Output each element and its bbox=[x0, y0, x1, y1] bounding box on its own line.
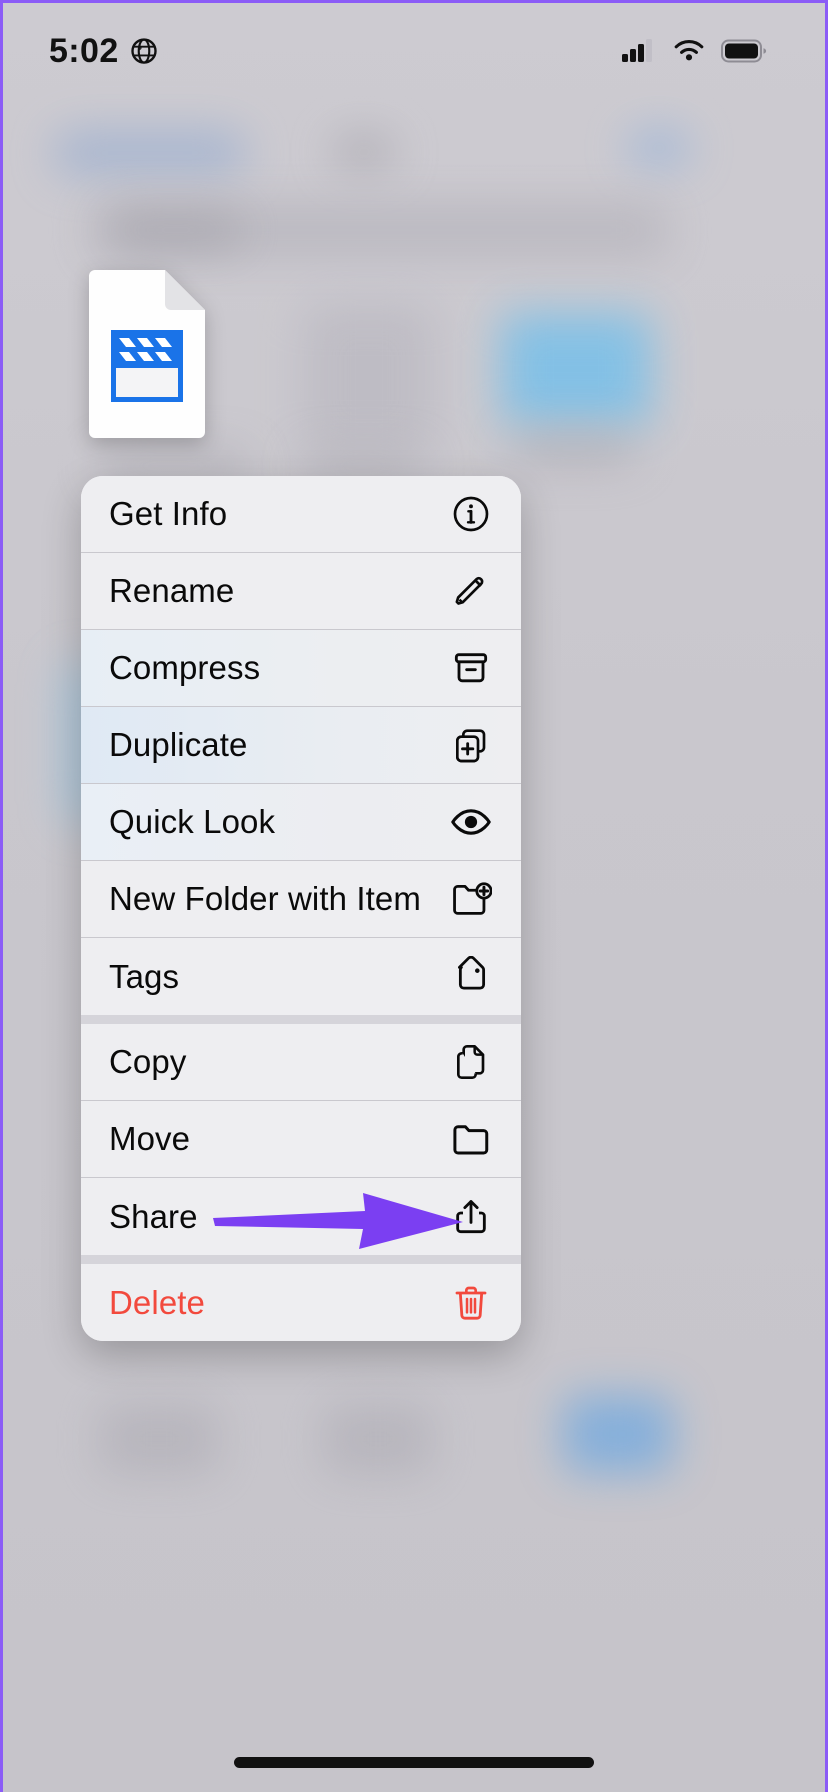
menu-item-label: Rename bbox=[109, 572, 235, 609]
movie-clapperboard-file-icon bbox=[89, 270, 205, 438]
menu-item-label: Delete bbox=[109, 1283, 205, 1321]
info-circle-icon bbox=[449, 494, 493, 534]
bg-file-tile-3 bbox=[501, 313, 651, 425]
menu-group-destructive-actions: Delete bbox=[81, 1264, 521, 1341]
status-bar-time: 5:02 bbox=[49, 31, 119, 70]
status-bar: 5:02 bbox=[3, 3, 825, 99]
menu-item-quick-look[interactable]: Quick Look bbox=[81, 784, 521, 861]
selected-file-thumbnail[interactable] bbox=[83, 268, 211, 440]
menu-item-label: Quick Look bbox=[109, 803, 276, 840]
menu-item-label: Copy bbox=[109, 1043, 187, 1080]
menu-item-new-folder-with-item[interactable]: New Folder with Item bbox=[81, 861, 521, 938]
bg-page-title bbox=[55, 131, 245, 175]
home-indicator bbox=[234, 1757, 594, 1768]
archive-box-icon bbox=[449, 648, 493, 688]
menu-item-label: Duplicate bbox=[109, 726, 248, 763]
menu-group-file-actions: Get Info Rename Compress Duplicate Quick… bbox=[81, 476, 521, 1015]
menu-item-tags[interactable]: Tags bbox=[81, 938, 521, 1015]
menu-item-copy[interactable]: Copy bbox=[81, 1024, 521, 1101]
annotation-arrow bbox=[213, 1191, 463, 1251]
bg-more-button bbox=[333, 135, 395, 169]
pencil-icon bbox=[449, 571, 493, 611]
cellular-signal-icon bbox=[622, 39, 652, 62]
menu-item-get-info[interactable]: Get Info bbox=[81, 476, 521, 553]
menu-item-label: Get Info bbox=[109, 495, 228, 532]
bg-file-tile-4 bbox=[99, 1403, 219, 1475]
arrow-right-icon bbox=[213, 1193, 463, 1249]
copy-documents-icon bbox=[449, 1042, 493, 1082]
duplicate-icon bbox=[449, 725, 493, 765]
bg-search-placeholder bbox=[111, 215, 241, 245]
folder-plus-icon bbox=[449, 878, 493, 920]
menu-item-move[interactable]: Move bbox=[81, 1101, 521, 1178]
menu-group-separator bbox=[81, 1015, 521, 1024]
trash-icon bbox=[449, 1283, 493, 1323]
folder-icon bbox=[449, 1118, 493, 1160]
bg-file-tile-2 bbox=[303, 303, 435, 453]
bg-select-button bbox=[628, 131, 690, 165]
menu-item-delete[interactable]: Delete bbox=[81, 1264, 521, 1341]
bg-file-tile-5 bbox=[323, 1403, 433, 1475]
status-bar-left: 5:02 bbox=[49, 32, 159, 71]
menu-item-label: New Folder with Item bbox=[109, 880, 421, 917]
bg-file-tile-6 bbox=[563, 1395, 673, 1473]
menu-group-separator bbox=[81, 1255, 521, 1264]
tag-icon bbox=[449, 955, 493, 998]
menu-item-rename[interactable]: Rename bbox=[81, 553, 521, 630]
wifi-icon bbox=[674, 40, 704, 61]
globe-icon bbox=[130, 38, 157, 64]
status-bar-right bbox=[621, 38, 767, 64]
menu-item-label: Tags bbox=[109, 957, 180, 995]
menu-item-duplicate[interactable]: Duplicate bbox=[81, 707, 521, 784]
menu-item-label: Compress bbox=[109, 649, 261, 686]
eye-icon bbox=[449, 801, 493, 843]
bg-file-label-3 bbox=[511, 435, 637, 463]
battery-full-icon bbox=[721, 39, 767, 63]
menu-item-label: Move bbox=[109, 1120, 191, 1157]
menu-item-compress[interactable]: Compress bbox=[81, 630, 521, 707]
